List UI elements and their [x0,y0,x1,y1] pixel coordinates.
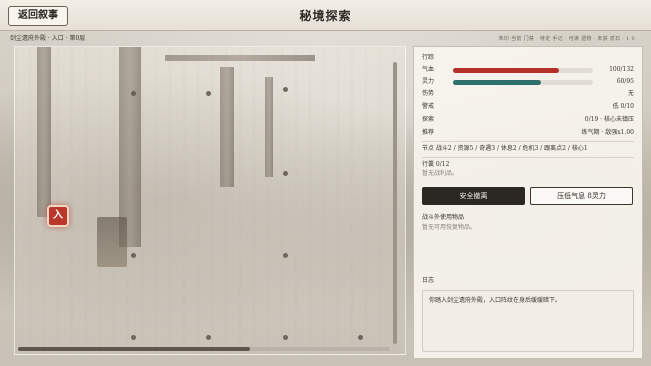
explore-row: 探索 0/19 · 核心未镇压 [422,115,634,125]
nodes-summary-text: 节点 战斗2 / 资源5 / 奇遇3 / 休息2 / 危机3 / 跟离点2 / … [422,145,588,152]
map-node[interactable] [131,335,136,340]
mp-value: 60/95 [616,78,634,85]
battle-items-note: 暂无可用恢复物品。 [422,224,477,231]
hp-value: 100/132 [609,66,634,73]
recommend-label: 推荐 [422,129,435,136]
injury-row: 伤势 无 [422,89,634,99]
status-panel: 行踪 气血 100/132 灵力 60/95 伤势 无 警戒 低 0/10 探索… [413,46,643,359]
top-bar: 返回叙事 秘境探索 [0,0,651,31]
log-label-row: 日志 [422,276,634,286]
map-node[interactable] [283,87,288,92]
alert-value: 低 0/10 [612,103,634,110]
mp-label: 灵力 [422,78,435,85]
nodes-summary: 节点 战斗2 / 资源5 / 奇遇3 / 休息2 / 危机3 / 跟离点2 / … [422,144,634,154]
battle-items-row: 战斗外使用物品 [422,213,634,223]
recommend-value: 练气期 · 敌强x1.00 [581,129,634,136]
map-node[interactable] [131,253,136,258]
loot-note: 暂无战利品。 [422,170,459,177]
map-node[interactable] [131,91,136,96]
hp-bar-fill [453,68,560,73]
log-box[interactable]: 你踏入剑尘遗府外殿，入口阵纹在身后缓缓暗下。 [422,290,634,352]
map-node[interactable] [206,91,211,96]
log-label: 日志 [422,277,435,284]
hp-bar [453,68,593,73]
mp-bar [453,80,593,85]
mp-row: 灵力 60/95 [422,77,634,87]
section-label: 行踪 [422,53,634,63]
map-horizontal-scrollbar[interactable] [18,347,390,351]
location-breadcrumb: 剑尘遗府外殿 · 入口 · 第0层 [10,35,86,42]
ruin-pillar [37,47,51,217]
map-node[interactable] [206,335,211,340]
entrance-marker[interactable]: 入 [47,205,69,227]
injury-label: 伤势 [422,90,435,97]
safe-retreat-button[interactable]: 安全撤离 [422,187,525,205]
map-node[interactable] [283,171,288,176]
alert-label: 警戒 [422,103,435,110]
alert-row: 警戒 低 0/10 [422,102,634,112]
map-horizontal-scroll-thumb[interactable] [18,347,250,351]
explore-label: 探索 [422,116,435,123]
loot-note-row: 暂无战利品。 [422,169,634,179]
stone-lantern [97,217,127,267]
divider [422,141,634,142]
ruin-pillar [265,77,273,177]
exploration-map[interactable]: 入 [14,46,406,355]
ruin-beam [165,55,315,61]
injury-value: 无 [627,90,634,97]
divider [422,157,634,158]
hp-row: 气血 100/132 [422,65,634,75]
map-node[interactable] [358,335,363,340]
map-node[interactable] [283,335,288,340]
map-vertical-scrollbar[interactable] [393,62,397,344]
explore-value: 0/19 · 核心未镇压 [584,116,634,123]
battle-items-label: 战斗外使用物品 [422,214,465,221]
mp-bar-fill [453,80,542,85]
ruin-pillar [220,67,234,187]
status-info-line: 朱印·当前 门禁 · 待定 手记 · 可读 遗物 · 未获 贰石 · 1 0 [498,36,635,42]
recommend-row: 推荐 练气期 · 敌强x1.00 [422,128,634,138]
log-entry: 你踏入剑尘遗府外殿，入口阵纹在身后缓缓暗下。 [429,297,562,304]
battle-items-note-row: 暂无可用恢复物品。 [422,223,634,233]
page-title: 秘境探索 [299,9,352,23]
suppress-aura-button[interactable]: 压低气息 8灵力 [530,187,633,205]
map-node[interactable] [283,253,288,258]
hp-label: 气血 [422,66,435,73]
section-label-text: 行踪 [422,54,435,61]
